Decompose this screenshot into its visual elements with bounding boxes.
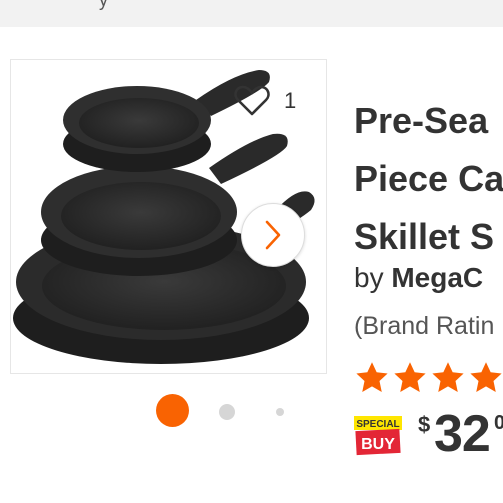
top-bar: y <box>0 0 503 27</box>
image-pagination-dots <box>150 394 300 430</box>
pagination-dot-active[interactable] <box>156 394 189 427</box>
favorite-control[interactable]: 1 <box>234 85 296 117</box>
brand-rating-link[interactable]: (Brand Ratin <box>354 312 494 341</box>
product-title: Pre-Sea Piece Ca Skillet S <box>354 92 503 266</box>
top-bar-text: y <box>99 0 108 10</box>
special-buy-badge: SPECIAL BUY <box>354 416 402 456</box>
brand-byline: by MegaC <box>354 262 483 294</box>
next-image-button[interactable] <box>241 203 305 267</box>
price-currency: $ <box>418 412 431 437</box>
star-icon <box>432 362 464 392</box>
badge-line2: BUY <box>361 436 395 453</box>
heart-icon[interactable] <box>234 85 270 117</box>
product-title-line: Piece Ca <box>354 158 503 199</box>
brand-link[interactable]: MegaC <box>391 262 483 293</box>
product-title-line: Skillet S <box>354 216 495 257</box>
pagination-dot[interactable] <box>219 404 235 420</box>
star-icon <box>394 362 426 392</box>
star-icon <box>470 362 502 392</box>
star-icon <box>356 362 388 392</box>
chevron-right-icon <box>265 220 281 250</box>
by-label: by <box>354 262 384 293</box>
product-title-line: Pre-Sea <box>354 100 489 141</box>
favorite-count: 1 <box>284 88 297 113</box>
star-rating[interactable] <box>354 360 503 396</box>
price-dollars: 32 <box>434 405 491 463</box>
price-cents: 0 <box>494 412 503 434</box>
pagination-dot[interactable] <box>276 408 284 416</box>
badge-line1: SPECIAL <box>356 419 399 430</box>
